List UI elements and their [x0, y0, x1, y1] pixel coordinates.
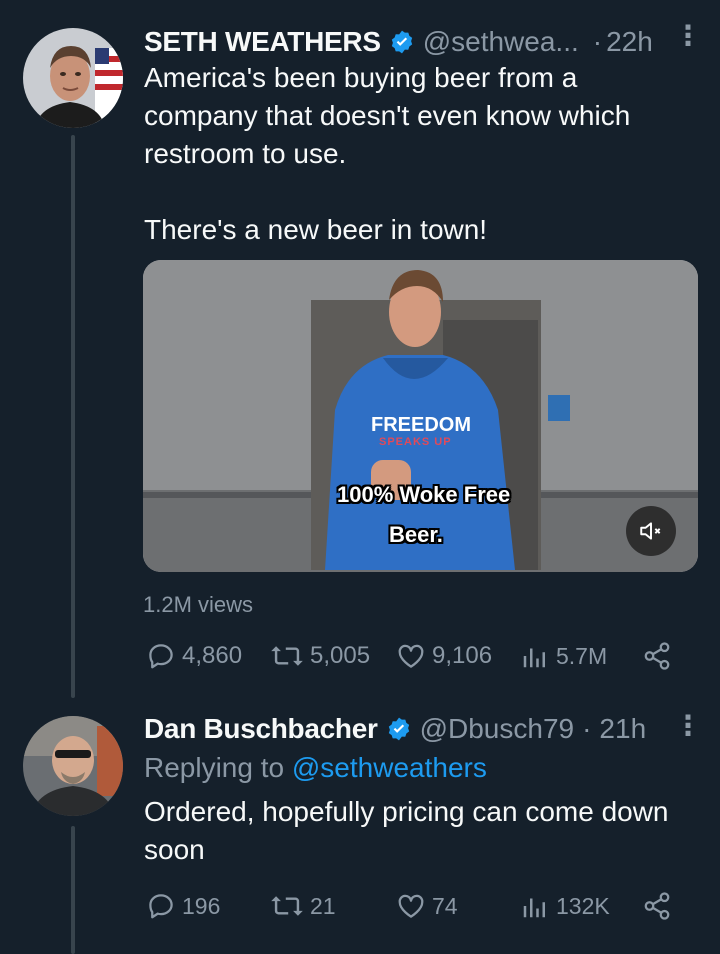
share-icon [644, 892, 670, 920]
reply-author-handle[interactable]: @Dbusch79 [420, 713, 575, 745]
tweet-text: America's been buying beer from a compan… [144, 59, 630, 249]
video-caption-line1: 100% Woke Free [337, 482, 511, 507]
more-options-icon[interactable]: ⋮ [674, 712, 702, 740]
analytics-count: 5.7M [556, 642, 608, 669]
reply-text: Ordered, hopefully pricing can come down… [144, 793, 669, 869]
retweet-count: 5,005 [310, 642, 371, 669]
analytics-count: 132K [556, 892, 610, 919]
replying-to: Replying to @sethweathers [144, 749, 487, 787]
avatar-dan-image [23, 716, 123, 816]
avatar-seth-image [23, 28, 123, 128]
analytics-button[interactable]: 5.7M [520, 641, 607, 671]
tweet-text-line: There's a new beer in town! [144, 214, 488, 245]
video-caption-line2: Beer. [389, 522, 443, 547]
thread-line [71, 135, 75, 698]
like-button[interactable]: 74 [396, 891, 458, 921]
verified-badge-icon [388, 717, 409, 741]
heart-icon [398, 894, 424, 918]
shirt-text: FREEDOM [371, 414, 471, 436]
tweet-header: SETH WEATHERS @sethwea... · 22h [144, 26, 653, 58]
reply-count: 4,860 [182, 642, 243, 669]
share-button[interactable] [642, 891, 672, 921]
analytics-icon [523, 648, 545, 668]
video-player[interactable]: FREEDOM SPEAKS UP 100% Woke Free Beer. [143, 260, 698, 572]
heart-icon [398, 644, 424, 668]
reply-text-line: Ordered, hopefully pricing can come down [144, 796, 669, 827]
author-handle[interactable]: @sethwea... [423, 26, 579, 58]
like-count: 9,106 [432, 642, 493, 669]
mute-button[interactable] [626, 506, 676, 556]
retweet-icon [271, 896, 303, 916]
avatar[interactable] [23, 28, 123, 128]
replying-to-handle[interactable]: @sethweathers [292, 752, 487, 783]
analytics-button[interactable]: 132K [520, 891, 610, 921]
share-button[interactable] [642, 641, 672, 671]
retweet-icon [271, 646, 303, 666]
separator-dot: · [582, 713, 592, 744]
share-icon [644, 642, 670, 670]
reply-icon [149, 644, 173, 669]
tweet-text-line: America's been buying beer from a [144, 62, 578, 93]
tweet-text-line: company that doesn't even know which [144, 100, 631, 131]
reply-header: Dan Buschbacher @Dbusch79 · 21h [144, 713, 646, 745]
reply-icon [149, 894, 173, 919]
thread-line-reply [71, 826, 75, 954]
replying-to-label: Replying to [144, 752, 285, 783]
like-button[interactable]: 9,106 [396, 641, 492, 671]
analytics-icon [523, 898, 545, 918]
reply-timestamp[interactable]: 21h [599, 713, 646, 745]
separator-dot: · [592, 26, 603, 57]
timestamp[interactable]: 22h [606, 26, 653, 58]
view-count: 1.2M views [143, 592, 254, 617]
tweet-text-line: restroom to use. [144, 138, 347, 169]
reply-button[interactable]: 196 [146, 891, 220, 921]
reply-author-name[interactable]: Dan Buschbacher [144, 713, 378, 745]
speaker-muted-icon [640, 522, 661, 540]
retweet-button[interactable]: 5,005 [270, 641, 370, 671]
like-count: 74 [432, 892, 458, 919]
avatar[interactable] [23, 716, 123, 816]
reply-button[interactable]: 4,860 [146, 641, 242, 671]
author-name[interactable]: SETH WEATHERS [144, 26, 381, 58]
shirt-subtext: SPEAKS UP [379, 436, 452, 448]
more-options-icon[interactable]: ⋮ [674, 22, 702, 50]
reply-count: 196 [182, 892, 221, 919]
retweet-count: 21 [310, 892, 336, 919]
retweet-button[interactable]: 21 [270, 891, 336, 921]
verified-badge-icon [391, 30, 412, 54]
reply-text-line: soon [144, 834, 205, 865]
